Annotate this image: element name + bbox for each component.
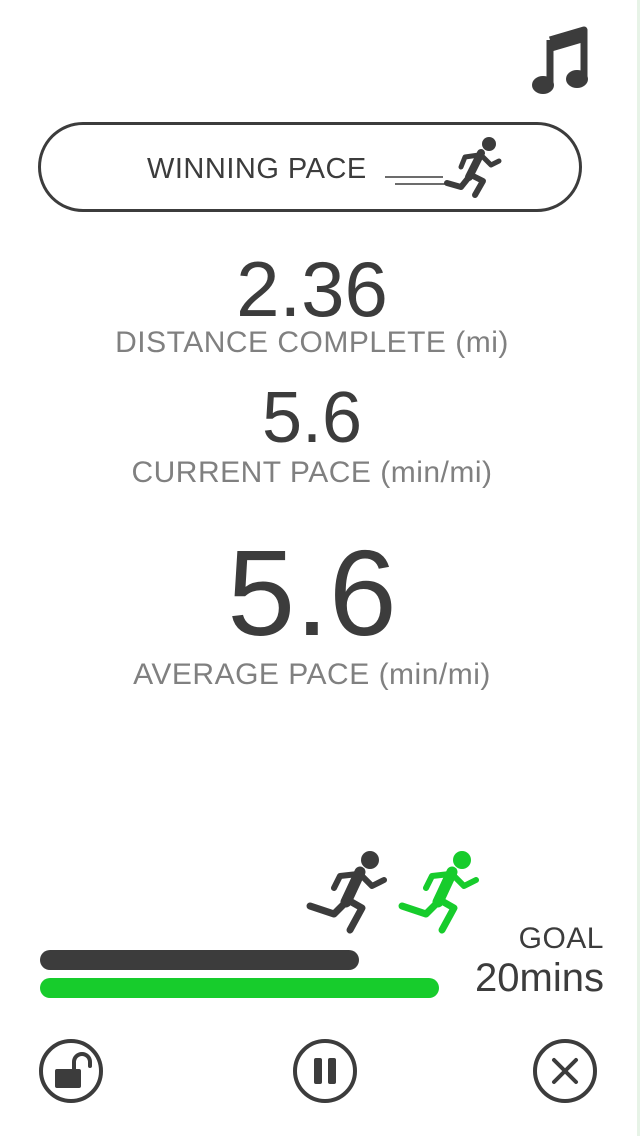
current-pace-label: CURRENT PACE (min/mi): [131, 456, 493, 489]
pace-mode-label: WINNING PACE: [147, 153, 367, 185]
goal-label: GOAL: [518, 922, 604, 955]
running-person-icon: [385, 137, 502, 198]
pace-mode-button[interactable]: WINNING PACE: [38, 122, 582, 212]
pause-button[interactable]: [292, 1038, 358, 1104]
pause-icon: [293, 1039, 357, 1103]
target-runner-icon: [398, 851, 479, 934]
distance-stat: 2.36 DISTANCE COMPLETE (mi): [0, 250, 624, 358]
average-pace-label: AVERAGE PACE (min/mi): [133, 658, 491, 691]
current-pace-stat: 5.6 CURRENT PACE (min/mi): [0, 382, 624, 488]
music-button[interactable]: [528, 26, 590, 98]
your-progress-bar: [40, 950, 359, 970]
target-progress-bar: [40, 978, 439, 998]
unlock-icon: [39, 1039, 103, 1103]
distance-label: DISTANCE COMPLETE (mi): [115, 326, 509, 359]
lock-button[interactable]: [38, 1038, 104, 1104]
goal-value: 20mins: [475, 956, 604, 1000]
close-icon: [533, 1039, 597, 1103]
current-pace-value: 5.6: [261, 378, 363, 458]
your-runner-icon: [306, 851, 387, 934]
average-pace-value: 5.6: [227, 525, 397, 661]
average-pace-stat: 5.6 AVERAGE PACE (min/mi): [0, 532, 624, 690]
close-button[interactable]: [532, 1038, 598, 1104]
distance-value: 2.36: [236, 245, 388, 333]
music-note-icon: [532, 26, 588, 94]
